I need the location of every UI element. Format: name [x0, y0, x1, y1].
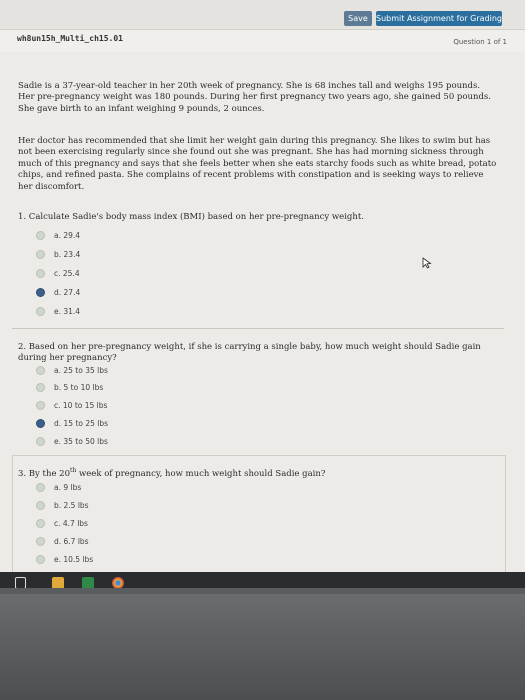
q1-option-d[interactable]: d. 27.4 [36, 287, 80, 299]
q3-option-a[interactable]: a. 9 lbs [36, 482, 81, 494]
q2-option-c[interactable]: c. 10 to 15 lbs [36, 400, 107, 412]
question-2-text: 2. Based on her pre-pregnancy weight, if… [18, 342, 481, 363]
option-label: e. 31.4 [54, 307, 81, 316]
question-1-text: 1. Calculate Sadie's body mass index (BM… [18, 212, 364, 222]
radio-button[interactable] [36, 382, 45, 392]
radio-button-selected[interactable] [36, 418, 45, 428]
radio-button[interactable] [36, 500, 45, 510]
radio-button[interactable] [36, 268, 45, 278]
q3-option-d[interactable]: d. 6.7 lbs [36, 536, 89, 548]
radio-button[interactable] [36, 436, 45, 446]
option-label: c. 25.4 [54, 269, 80, 278]
assignment-header: wh8un15h_Multi_ch15.01 Question 1 of 1 [0, 29, 525, 53]
section-divider [12, 328, 504, 329]
option-label: a. 9 lbs [54, 483, 82, 492]
option-label: e. 35 to 50 lbs [54, 437, 108, 446]
task-view-icon[interactable] [15, 577, 26, 588]
laptop-bezel [0, 594, 525, 700]
option-label: d. 6.7 lbs [54, 537, 89, 546]
case-paragraph-1: Sadie is a 37-year-old teacher in her 20… [18, 81, 491, 114]
option-label: e. 10.5 lbs [54, 555, 94, 564]
radio-button-selected[interactable] [36, 287, 45, 297]
radio-button[interactable] [36, 230, 45, 240]
case-paragraph-2: Her doctor has recommended that she limi… [18, 136, 497, 192]
assignment-filename: wh8un15h_Multi_ch15.01 [17, 34, 123, 43]
q1-option-e[interactable]: e. 31.4 [36, 306, 80, 318]
mouse-cursor-icon [422, 257, 432, 269]
question-counter: Question 1 of 1 [453, 38, 507, 46]
submit-assignment-button[interactable]: Submit Assignment for Grading [376, 11, 502, 26]
q1-option-a[interactable]: a. 29.4 [36, 230, 80, 242]
q2-option-e[interactable]: e. 35 to 50 lbs [36, 436, 108, 448]
q2-option-a[interactable]: a. 25 to 35 lbs [36, 365, 108, 377]
top-toolbar: Save Submit Assignment for Grading [0, 0, 525, 28]
q3-option-e[interactable]: e. 10.5 lbs [36, 554, 93, 566]
option-label: b. 23.4 [54, 250, 81, 259]
q2-option-d[interactable]: d. 15 to 25 lbs [36, 418, 108, 430]
radio-button[interactable] [36, 518, 45, 528]
radio-button[interactable] [36, 554, 45, 564]
option-label: a. 25 to 35 lbs [54, 366, 108, 375]
q1-option-b[interactable]: b. 23.4 [36, 249, 80, 261]
option-label: b. 2.5 lbs [54, 501, 89, 510]
radio-button[interactable] [36, 365, 45, 375]
radio-button[interactable] [36, 536, 45, 546]
taskbar [0, 572, 525, 588]
question-content: Sadie is a 37-year-old teacher in her 20… [0, 52, 525, 588]
option-label: d. 27.4 [54, 288, 81, 297]
option-label: b. 5 to 10 lbs [54, 383, 104, 392]
radio-button[interactable] [36, 306, 45, 316]
q1-option-c[interactable]: c. 25.4 [36, 268, 80, 280]
chrome-icon[interactable] [112, 577, 124, 588]
option-label: a. 29.4 [54, 231, 81, 240]
q3-text-end: week of pregnancy, how much weight shoul… [76, 468, 326, 479]
q3-option-c[interactable]: c. 4.7 lbs [36, 518, 88, 530]
radio-button[interactable] [36, 400, 45, 410]
option-label: d. 15 to 25 lbs [54, 419, 109, 428]
question-3-text: 3. By the 20th week of pregnancy, how mu… [18, 465, 498, 480]
store-icon[interactable] [82, 577, 94, 588]
radio-button[interactable] [36, 249, 45, 259]
file-explorer-icon[interactable] [52, 577, 64, 588]
radio-button[interactable] [36, 482, 45, 492]
browser-screen: Save Submit Assignment for Grading wh8un… [0, 0, 525, 588]
q3-text-start: 3. By the 20 [18, 468, 71, 479]
q3-option-b[interactable]: b. 2.5 lbs [36, 500, 89, 512]
save-button[interactable]: Save [344, 11, 372, 26]
option-label: c. 4.7 lbs [54, 519, 88, 528]
option-label: c. 10 to 15 lbs [54, 401, 108, 410]
q2-option-b[interactable]: b. 5 to 10 lbs [36, 382, 103, 394]
